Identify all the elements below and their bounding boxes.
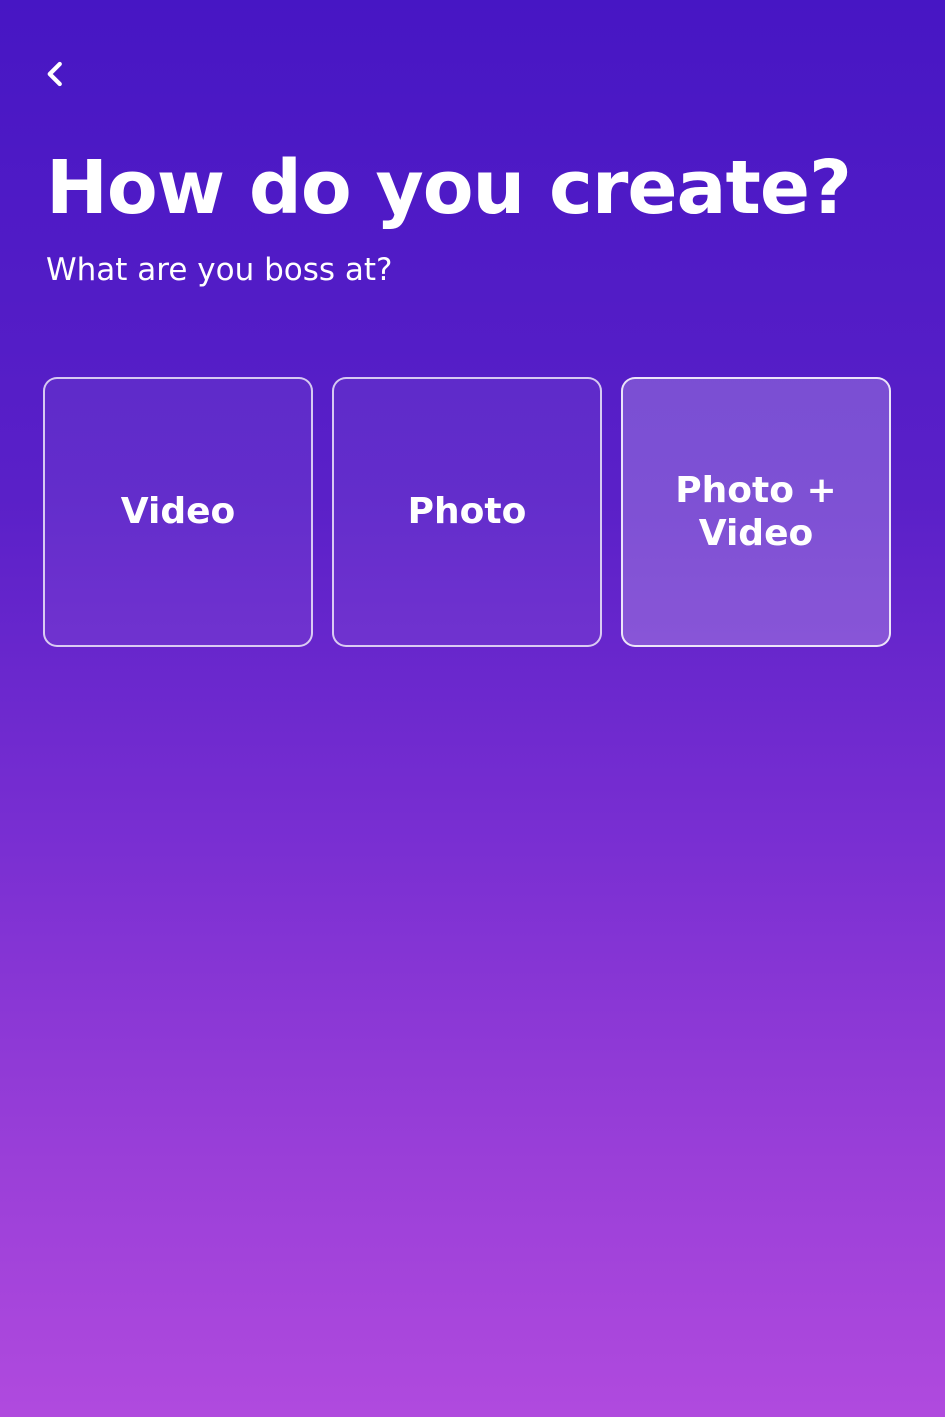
page-title: How do you create?	[46, 145, 852, 231]
option-video-card[interactable]: Video	[43, 377, 313, 647]
option-video-label: Video	[120, 491, 236, 533]
creation-type-options: Video Photo Photo + Video	[43, 377, 893, 647]
option-photo-card[interactable]: Photo	[332, 377, 602, 647]
option-photo-label: Photo	[407, 491, 527, 533]
option-photo-video-card[interactable]: Photo + Video	[621, 377, 891, 647]
option-photo-video-label: Photo + Video	[675, 469, 837, 554]
back-button[interactable]	[30, 48, 82, 100]
page-subtitle: What are you boss at?	[46, 252, 393, 288]
chevron-left-icon	[47, 61, 62, 87]
